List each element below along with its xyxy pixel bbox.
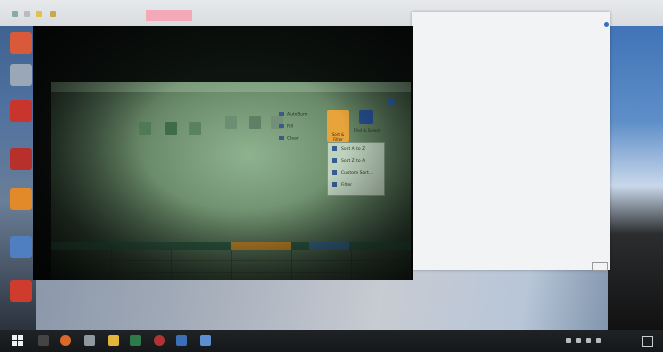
clear-button[interactable]: Clear (279, 136, 299, 142)
ribbon-icon (139, 122, 151, 135)
total-row (416, 262, 604, 271)
highlighted-column[interactable] (309, 242, 349, 250)
grid-line (111, 250, 112, 280)
find-select-label: Find & Select (353, 128, 381, 133)
grid-line (51, 272, 411, 273)
taskbar-app-icon[interactable] (200, 335, 211, 346)
tray-icon[interactable] (596, 338, 601, 343)
sort-filter-label: Sort & Filter (331, 132, 345, 142)
ribbon-button[interactable] (137, 122, 153, 154)
menu-item-filter[interactable]: Filter (332, 181, 382, 191)
menu-item-sort-a-z[interactable]: Sort A to Z (332, 145, 382, 155)
wallpaper-right (608, 10, 663, 330)
table-row (416, 118, 604, 127)
ribbon-icon (165, 122, 177, 135)
network-icon[interactable] (576, 338, 581, 343)
grid-line (171, 250, 172, 280)
grid-line (51, 260, 411, 261)
windows-start-icon[interactable] (12, 335, 24, 347)
delete-icon (249, 116, 261, 129)
tab-icon[interactable] (12, 11, 18, 17)
background-spreadsheet-window (412, 12, 610, 271)
scroll-indicator[interactable] (604, 22, 609, 27)
tray-icon[interactable] (566, 338, 571, 343)
phone-camera-screen: AutoSum Fill Clear Sort & Filter Find & … (33, 26, 413, 280)
media-icon[interactable] (154, 335, 165, 346)
sort-filter-button[interactable]: Sort & Filter (327, 110, 349, 142)
excel-titlebar (51, 82, 411, 92)
grid-line (351, 250, 352, 280)
desktop-app-icon[interactable] (10, 236, 32, 258)
menu-item-custom-sort[interactable]: Custom Sort... (332, 169, 382, 179)
highlighted-column[interactable] (231, 242, 291, 250)
custom-sort-icon (332, 170, 337, 175)
sort-desc-icon (332, 158, 337, 163)
filter-icon (332, 182, 337, 187)
table-row (416, 94, 604, 103)
excel-icon[interactable] (130, 335, 141, 346)
notification-icon[interactable] (642, 336, 653, 347)
sort-asc-icon (332, 146, 337, 151)
sort-filter-dropdown: Sort A to Z Sort Z to A Custom Sort... F… (327, 142, 385, 196)
ribbon-button[interactable] (163, 122, 179, 154)
taskbar-app-icon[interactable] (84, 335, 95, 346)
desktop-app-icon[interactable] (10, 32, 32, 54)
desktop-app-icon[interactable] (10, 64, 32, 86)
table-row (416, 82, 604, 91)
delete-cells-button[interactable] (247, 116, 263, 148)
insert-cells-button[interactable] (223, 116, 239, 148)
ribbon-button[interactable] (187, 122, 203, 154)
insert-icon (225, 116, 237, 129)
grid-line (291, 250, 292, 280)
desktop-app-icon[interactable] (10, 148, 32, 170)
help-icon[interactable] (387, 98, 395, 106)
volume-icon[interactable] (586, 338, 591, 343)
browser-tab-pink[interactable] (146, 10, 192, 21)
resize-handle[interactable] (592, 262, 608, 271)
taskbar (0, 330, 663, 352)
folder-icon[interactable] (36, 11, 42, 17)
folder-icon[interactable] (50, 11, 56, 17)
autosum-icon (279, 112, 284, 116)
binoculars-icon (359, 110, 373, 124)
format-cells-button[interactable] (269, 116, 285, 148)
menu-item-sort-z-a[interactable]: Sort Z to A (332, 157, 382, 167)
desktop-app-icon[interactable] (10, 100, 32, 122)
browser-icon[interactable] (60, 335, 71, 346)
photo-stage: AutoSum Fill Clear Sort & Filter Find & … (0, 0, 663, 352)
eraser-icon (279, 136, 284, 140)
grid-line (231, 250, 232, 280)
fill-button[interactable]: Fill (279, 124, 293, 130)
desktop-app-icon[interactable] (10, 188, 32, 210)
table-row (416, 106, 604, 115)
mail-icon[interactable] (176, 335, 187, 346)
file-explorer-icon[interactable] (108, 335, 119, 346)
ribbon-icon (189, 122, 201, 135)
excel-window: AutoSum Fill Clear Sort & Filter Find & … (51, 82, 411, 280)
fill-icon (279, 124, 284, 128)
autosum-button[interactable]: AutoSum (279, 112, 308, 118)
tab-icon[interactable] (24, 11, 30, 17)
find-select-button[interactable]: Find & Select (354, 108, 380, 140)
search-icon[interactable] (38, 335, 49, 346)
desktop-app-icon[interactable] (10, 280, 32, 302)
